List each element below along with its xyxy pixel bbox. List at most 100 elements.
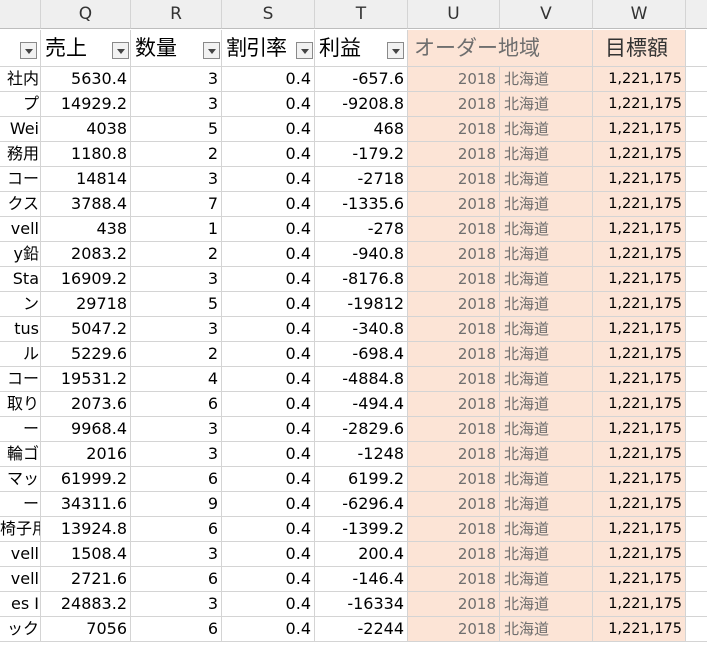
cell-clipped-text[interactable]: 取り [0, 392, 41, 417]
cell-empty[interactable] [686, 342, 707, 367]
cell-order-year[interactable]: 2018 [408, 342, 500, 367]
cell-empty[interactable] [686, 567, 707, 592]
filter-dropdown-icon[interactable] [112, 42, 129, 59]
cell-discount[interactable]: 0.4 [222, 92, 315, 117]
cell-order-year[interactable]: 2018 [408, 617, 500, 642]
cell-quantity[interactable]: 1 [131, 217, 222, 242]
cell-clipped-text[interactable]: 務用 [0, 142, 41, 167]
cell-order-year[interactable]: 2018 [408, 267, 500, 292]
cell-region[interactable]: 北海道 [500, 367, 593, 392]
filter-dropdown-icon[interactable] [203, 42, 220, 59]
cell-order-year[interactable]: 2018 [408, 567, 500, 592]
cell-sales[interactable]: 19531.2 [41, 367, 131, 392]
cell-empty[interactable] [686, 517, 707, 542]
cell-empty[interactable] [686, 267, 707, 292]
cell-sales[interactable]: 5630.4 [41, 67, 131, 92]
cell-order-year[interactable]: 2018 [408, 367, 500, 392]
cell-quantity[interactable]: 5 [131, 117, 222, 142]
cell-clipped-text[interactable]: vell [0, 217, 41, 242]
cell-target[interactable]: 1,221,175 [593, 67, 686, 92]
cell-target[interactable]: 1,221,175 [593, 417, 686, 442]
cell-sales[interactable]: 5229.6 [41, 342, 131, 367]
cell-discount[interactable]: 0.4 [222, 292, 315, 317]
cell-sales[interactable]: 438 [41, 217, 131, 242]
cell-target[interactable]: 1,221,175 [593, 267, 686, 292]
cell-sales[interactable]: 9968.4 [41, 417, 131, 442]
cell-order-year[interactable]: 2018 [408, 292, 500, 317]
cell-target[interactable]: 1,221,175 [593, 367, 686, 392]
cell-empty[interactable] [686, 592, 707, 617]
cell-order-year[interactable]: 2018 [408, 92, 500, 117]
cell-clipped-text[interactable]: es I [0, 592, 41, 617]
cell-region[interactable]: 北海道 [500, 592, 593, 617]
cell-region[interactable]: 北海道 [500, 417, 593, 442]
cell-order-year[interactable]: 2018 [408, 592, 500, 617]
cell-region[interactable]: 北海道 [500, 442, 593, 467]
cell-sales[interactable]: 7056 [41, 617, 131, 642]
cell-quantity[interactable]: 3 [131, 442, 222, 467]
cell-clipped-text[interactable]: vell [0, 567, 41, 592]
cell-quantity[interactable]: 3 [131, 92, 222, 117]
cell-quantity[interactable]: 5 [131, 292, 222, 317]
cell-order-year[interactable]: 2018 [408, 217, 500, 242]
cell-clipped-text[interactable]: コー [0, 167, 41, 192]
cell-region[interactable]: 北海道 [500, 292, 593, 317]
cell-quantity[interactable]: 6 [131, 392, 222, 417]
cell-profit[interactable]: -146.4 [315, 567, 408, 592]
cell-discount[interactable]: 0.4 [222, 542, 315, 567]
column-header-u[interactable]: U [408, 0, 500, 29]
cell-sales[interactable]: 1508.4 [41, 542, 131, 567]
cell-clipped-text[interactable]: 社内 [0, 67, 41, 92]
cell-target[interactable]: 1,221,175 [593, 392, 686, 417]
cell-discount[interactable]: 0.4 [222, 467, 315, 492]
cell-profit[interactable]: -340.8 [315, 317, 408, 342]
filter-dropdown-icon[interactable] [20, 42, 37, 59]
cell-empty[interactable] [686, 217, 707, 242]
column-header-w[interactable]: W [593, 0, 686, 29]
cell-quantity[interactable]: 3 [131, 317, 222, 342]
cell-clipped-text[interactable]: vell [0, 542, 41, 567]
cell-profit[interactable]: 200.4 [315, 542, 408, 567]
cell-order-year[interactable]: 2018 [408, 467, 500, 492]
cell-sales[interactable]: 13924.8 [41, 517, 131, 542]
cell-clipped-text[interactable]: クス [0, 192, 41, 217]
cell-sales[interactable]: 29718 [41, 292, 131, 317]
cell-order-year[interactable]: 2018 [408, 167, 500, 192]
cell-region[interactable]: 北海道 [500, 92, 593, 117]
cell-quantity[interactable]: 6 [131, 467, 222, 492]
cell-profit[interactable]: -2244 [315, 617, 408, 642]
cell-profit[interactable]: 468 [315, 117, 408, 142]
cell-target[interactable]: 1,221,175 [593, 492, 686, 517]
cell-discount[interactable]: 0.4 [222, 517, 315, 542]
cell-profit[interactable]: -179.2 [315, 142, 408, 167]
column-header-r[interactable]: R [131, 0, 222, 29]
cell-target[interactable]: 1,221,175 [593, 442, 686, 467]
filter-dropdown-icon[interactable] [387, 42, 404, 59]
cell-clipped-text[interactable]: ー [0, 492, 41, 517]
cell-discount[interactable]: 0.4 [222, 567, 315, 592]
cell-region[interactable]: 北海道 [500, 192, 593, 217]
header-cell-discount[interactable]: 割引率 [222, 30, 315, 67]
header-cell-p[interactable] [0, 30, 41, 67]
cell-region[interactable]: 北海道 [500, 492, 593, 517]
cell-clipped-text[interactable]: y鉛 [0, 242, 41, 267]
cell-profit[interactable]: -2718 [315, 167, 408, 192]
cell-clipped-text[interactable]: ック [0, 617, 41, 642]
cell-profit[interactable]: -494.4 [315, 392, 408, 417]
cell-empty[interactable] [686, 242, 707, 267]
cell-sales[interactable]: 3788.4 [41, 192, 131, 217]
header-cell-order-region[interactable]: オーダー地域 [408, 30, 593, 67]
cell-order-year[interactable]: 2018 [408, 317, 500, 342]
cell-region[interactable]: 北海道 [500, 617, 593, 642]
cell-empty[interactable] [686, 167, 707, 192]
cell-discount[interactable]: 0.4 [222, 192, 315, 217]
header-cell-quantity[interactable]: 数量 [131, 30, 222, 67]
cell-clipped-text[interactable]: ン [0, 292, 41, 317]
cell-clipped-text[interactable]: 輪ゴ [0, 442, 41, 467]
cell-target[interactable]: 1,221,175 [593, 517, 686, 542]
cell-discount[interactable]: 0.4 [222, 592, 315, 617]
cell-discount[interactable]: 0.4 [222, 417, 315, 442]
cell-target[interactable]: 1,221,175 [593, 617, 686, 642]
cell-clipped-text[interactable]: Sta [0, 267, 41, 292]
cell-discount[interactable]: 0.4 [222, 367, 315, 392]
